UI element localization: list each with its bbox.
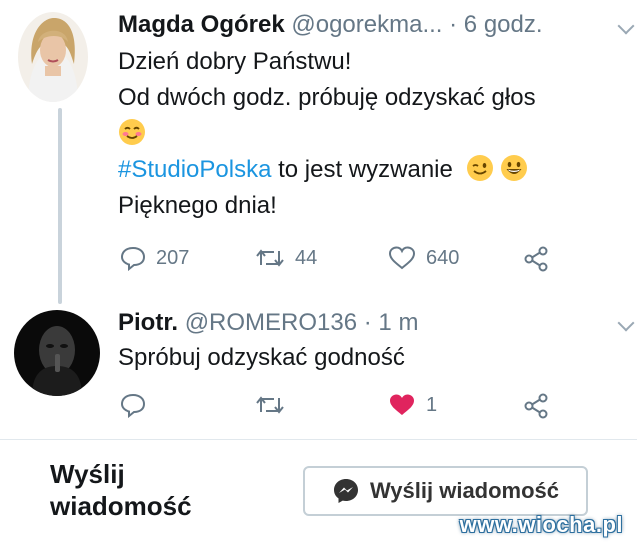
text-line-hashtag: #StudioPolska to jest wyzwanie [118,152,536,188]
timestamp[interactable]: · 1 m [364,309,419,336]
author-name[interactable]: Piotr. [118,309,178,336]
retweet-icon [256,249,284,267]
avatar[interactable] [18,12,88,102]
like-button[interactable]: 640 [388,245,459,271]
share-button[interactable] [522,392,550,420]
hashtag-link[interactable]: #StudioPolska [118,156,271,183]
author-name[interactable]: Magda Ogórek [118,11,285,38]
send-message-label: Wyślij wiadomość [369,478,560,503]
grinning-emoji-icon [501,155,528,181]
tweet-text: Spróbuj odzyskać godność [118,340,405,376]
share-icon [524,246,548,272]
timestamp[interactable]: · 6 godz. [449,11,542,38]
retweet-button[interactable] [255,392,285,418]
send-message-title: Wyślij wiadomość [50,459,192,521]
reply-icon [120,393,146,418]
smiling-blushing-emoji-icon [119,119,145,145]
reply-button[interactable]: 207 [120,245,189,271]
like-count: 1 [426,393,438,416]
reply-icon [120,246,146,271]
retweet-button[interactable]: 44 [255,245,317,271]
like-count: 640 [426,246,460,269]
tweet-original[interactable]: Magda Ogórek @ogorekma... · 6 godz. Dzie… [0,0,637,304]
tweet-actions: 1 [0,392,637,422]
messenger-icon [333,479,358,503]
text-fragment: to jest wyzwanie [271,156,453,183]
send-message-button[interactable]: Wyślij wiadomość [303,466,588,516]
text-line: Spróbuj odzyskać godność [118,344,405,371]
send-message-bar: Wyślij wiadomość Wyślij wiadomość www.wi… [0,440,637,548]
text-line: Dzień dobry Państwu! [118,48,352,75]
text-line: Od dwóch godz. próbuję odzyskać głos [118,84,536,111]
chevron-down-icon[interactable] [617,314,635,332]
tweet-reply[interactable]: Piotr. @ROMERO136 · 1 m Spróbuj odzyskać… [0,300,637,438]
winking-emoji-icon [466,155,493,181]
chevron-down-icon[interactable] [617,17,635,35]
author-handle[interactable]: @ROMERO136 [185,309,357,336]
tweet-header: Magda Ogórek @ogorekma... · 6 godz. [118,10,543,40]
like-button[interactable]: 1 [388,392,437,418]
tweet-text: Dzień dobry Państwu! Od dwóch godz. prób… [118,44,536,224]
watermark: www.wiocha.pl [459,512,623,537]
text-line: Pięknego dnia! [118,192,277,219]
share-icon [524,393,548,419]
reply-button[interactable] [120,392,146,418]
avatar[interactable] [14,310,100,396]
reply-count: 207 [156,246,190,269]
tweet-actions: 207 44 640 [0,245,637,275]
heart-icon [388,246,416,270]
share-button[interactable] [522,245,550,273]
heart-filled-icon [390,394,414,415]
tweet-header: Piotr. @ROMERO136 · 1 m [118,308,418,338]
retweet-count: 44 [295,246,318,269]
author-handle[interactable]: @ogorekma... [291,11,442,38]
dark-hooded-figure-avatar-icon [14,310,100,396]
text-line-emoji [118,116,536,152]
retweet-icon [256,396,284,414]
woman-avatar-icon [18,12,88,102]
